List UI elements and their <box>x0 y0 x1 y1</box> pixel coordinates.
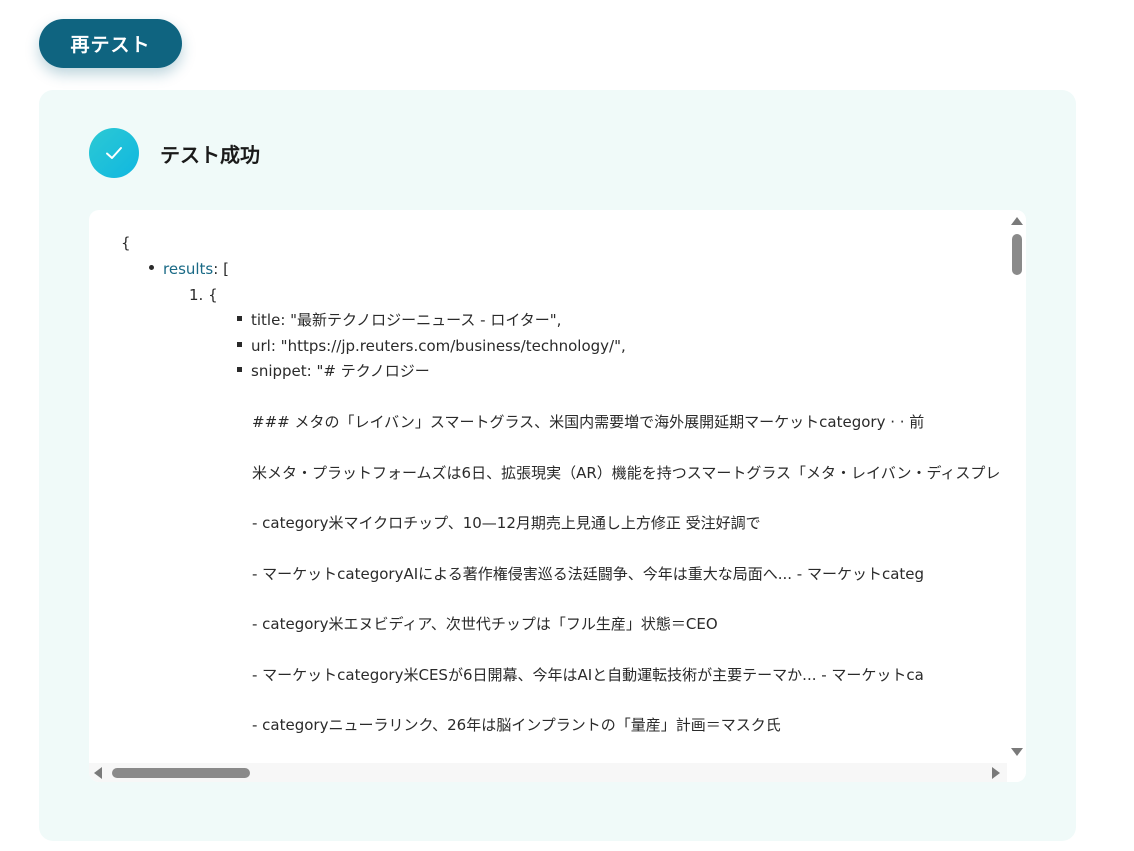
json-field-url: url: "https://jp.reuters.com/business/te… <box>237 335 626 357</box>
square-bullet <box>237 367 242 372</box>
retest-button[interactable]: 再テスト <box>39 19 182 68</box>
square-bullet <box>237 316 242 321</box>
json-output-box[interactable]: { results: [ 1. { title: "最新テクノロジーニュース -… <box>89 210 1026 782</box>
horizontal-scroll-thumb[interactable] <box>112 768 250 778</box>
snippet-line: - マーケットcategory米CESが6日開幕、今年はAIと自動運転技術が主要… <box>252 666 924 684</box>
scroll-left-arrow-icon[interactable] <box>94 767 102 779</box>
page: 再テスト テスト成功 { results: [1. {title: "最新テ… <box>0 0 1134 851</box>
snippet-line: 米メタ・プラットフォームズは6日、拡張現実（AR）機能を持つスマートグラス「メタ… <box>252 464 1001 482</box>
check-mark <box>106 147 122 159</box>
snippet-line: - category米エヌビディア、次世代チップは「フル生産」状態＝CEO <box>252 615 718 633</box>
vertical-scroll-thumb[interactable] <box>1012 234 1022 275</box>
scrollbar-corner <box>1007 763 1026 782</box>
check-icon <box>89 128 139 178</box>
status-row: テスト成功 <box>89 128 260 178</box>
vertical-scrollbar[interactable] <box>1007 210 1026 763</box>
results-suffix: : [ <box>213 260 229 278</box>
horizontal-scrollbar[interactable] <box>89 763 1007 782</box>
json-open-brace: { <box>121 232 131 254</box>
scroll-down-arrow-icon[interactable] <box>1011 748 1023 756</box>
disc-bullet <box>149 265 154 270</box>
square-bullet <box>237 342 242 347</box>
item-number-text: 1. { <box>189 286 218 304</box>
result-panel: テスト成功 { results: [ 1. { title: "最新テクノロジー… <box>39 90 1076 841</box>
field-title-text: title: "最新テクノロジーニュース - ロイター", <box>251 311 562 329</box>
json-field-snippet: snippet: "# テクノロジー <box>237 360 430 382</box>
status-text: テスト成功 <box>160 142 260 167</box>
json-output-viewport: { results: [ 1. { title: "最新テクノロジーニュース -… <box>89 210 1007 763</box>
field-url-text: url: "https://jp.reuters.com/business/te… <box>251 337 626 355</box>
json-item-number: 1. { <box>189 284 218 306</box>
results-key[interactable]: results <box>163 260 213 278</box>
open-brace-text: { <box>121 234 131 252</box>
snippet-line: - category米マイクロチップ、10—12月期売上見通し上方修正 受注好調… <box>252 514 761 532</box>
field-snippet-text: snippet: "# テクノロジー <box>251 362 430 380</box>
json-field-title: title: "最新テクノロジーニュース - ロイター", <box>237 309 561 331</box>
scroll-right-arrow-icon[interactable] <box>992 767 1000 779</box>
scroll-up-arrow-icon[interactable] <box>1011 217 1023 225</box>
snippet-line: - categoryニューラリンク、26年は脳インプラントの「量産」計画＝マスク… <box>252 716 781 734</box>
snippet-line: - マーケットcategoryAIによる著作権侵害巡る法廷闘争、今年は重大な局面… <box>252 565 925 583</box>
json-results-line: results: [ <box>149 258 229 280</box>
snippet-line: ### メタの「レイバン」スマートグラス、米国内需要増で海外展開延期マーケットc… <box>252 413 925 431</box>
